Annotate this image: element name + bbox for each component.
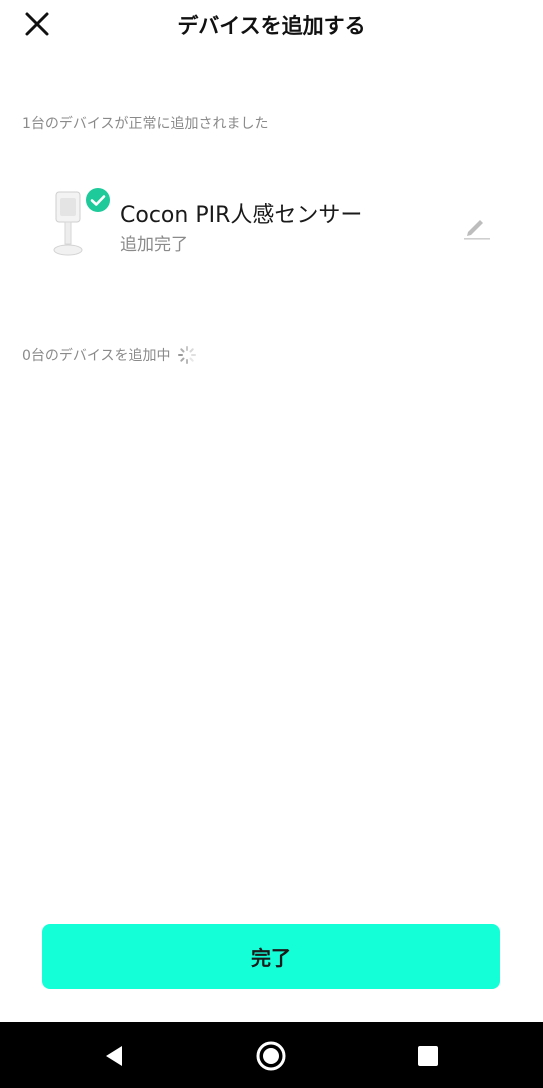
added-count-label: 1台のデバイスが正常に追加されました: [22, 116, 269, 132]
edit-icon[interactable]: [460, 210, 492, 242]
device-list-item[interactable]: Cocon PIR人感センサー 追加完了: [40, 180, 510, 270]
check-badge-icon: [86, 188, 110, 212]
adding-count-label: 0台のデバイスを追加中: [22, 348, 171, 364]
system-nav-bar: [0, 1022, 543, 1088]
back-icon[interactable]: [96, 1038, 132, 1074]
loading-spinner-icon: [177, 346, 196, 364]
motion-sensor-icon: [53, 191, 83, 256]
adding-status: 0台のデバイスを追加中: [22, 345, 197, 365]
page-title: デバイスを追加する: [177, 14, 366, 38]
done-button[interactable]: 完了: [42, 924, 500, 989]
home-icon[interactable]: [253, 1038, 289, 1074]
header: デバイスを追加する: [0, 0, 543, 50]
recent-apps-icon[interactable]: [410, 1038, 446, 1074]
device-name: Cocon PIR人感センサー: [120, 203, 363, 228]
device-status: 追加完了: [120, 235, 188, 255]
